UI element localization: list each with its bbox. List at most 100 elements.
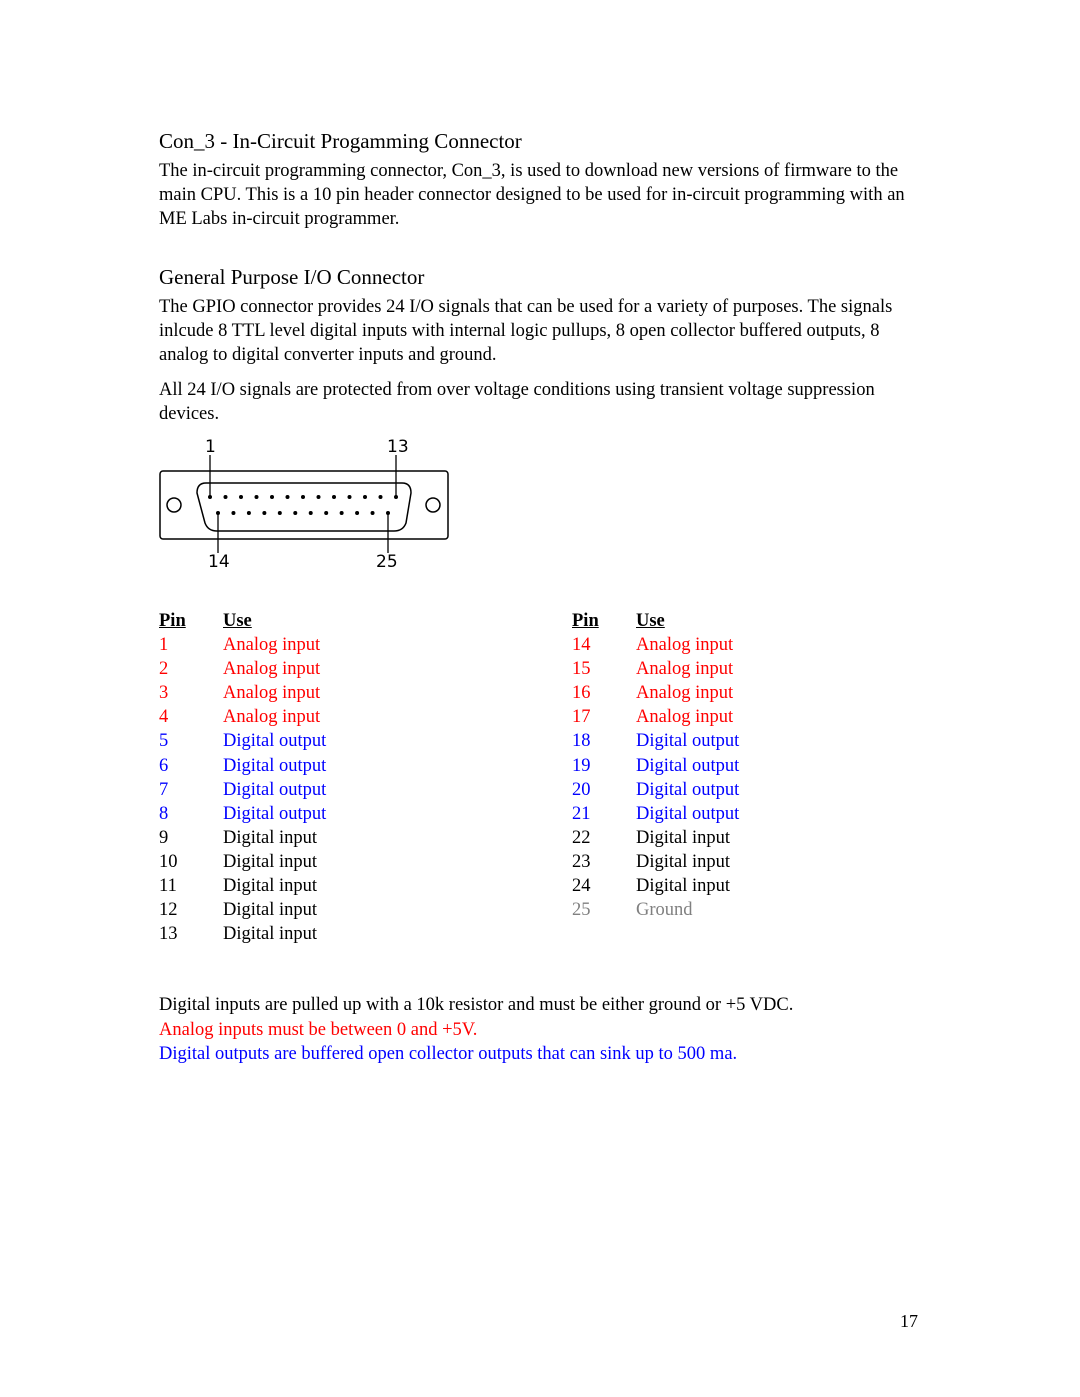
connector-d-shape bbox=[196, 482, 412, 532]
pin-number: 5 bbox=[159, 731, 169, 752]
mount-hole-left bbox=[166, 497, 182, 513]
pin-use: Digital output bbox=[223, 779, 327, 800]
pin-use: Digital output bbox=[636, 779, 740, 800]
page-number: 17 bbox=[900, 1311, 918, 1331]
connector-pin-top bbox=[270, 495, 274, 499]
connector-pin-top bbox=[223, 495, 228, 499]
pin-column-header: Pin bbox=[572, 611, 599, 631]
pin-table-row: 11 Digital input bbox=[159, 874, 326, 898]
connector-svg bbox=[159, 455, 449, 553]
pin-use: Analog input bbox=[636, 635, 734, 656]
pin-table-row: 14 Analog input bbox=[572, 633, 739, 657]
pin-table-row: 6 Digital output bbox=[159, 754, 326, 778]
pin-use: Digital input bbox=[223, 827, 318, 848]
connector-pin-top bbox=[239, 495, 243, 499]
pin-number: 11 bbox=[159, 876, 177, 897]
pin-number: 13 bbox=[159, 924, 178, 945]
pin-use: Analog input bbox=[636, 683, 734, 704]
pin-number: 3 bbox=[159, 683, 169, 704]
connector-pin-bottom bbox=[370, 511, 375, 515]
pin-use: Digital output bbox=[223, 755, 327, 776]
pin-table-row: 21 Digital output bbox=[572, 802, 739, 826]
con3-paragraph: The in-circuit programming connector, Co… bbox=[159, 161, 905, 229]
note-analog-inputs: Analog inputs must be between 0 and +5V. bbox=[159, 1020, 478, 1040]
connector-pin-bottom bbox=[216, 511, 220, 515]
connector-pin-top bbox=[347, 495, 352, 499]
use-column-header: Use bbox=[636, 611, 665, 631]
pin-number: 12 bbox=[159, 900, 178, 921]
connector-pin-top bbox=[316, 495, 321, 499]
pin-column-header: Pin bbox=[159, 611, 186, 631]
connector-pin-bottom bbox=[308, 511, 313, 515]
note-digital-inputs: Digital inputs are pulled up with a 10k … bbox=[159, 995, 794, 1015]
connector-pin-top bbox=[378, 495, 383, 499]
pin-use: Digital output bbox=[223, 803, 327, 824]
pin-table-row: 10 Digital input bbox=[159, 850, 326, 874]
pin-number: 21 bbox=[572, 803, 591, 824]
pin-table-row: 9 Digital input bbox=[159, 826, 326, 850]
connector-shell bbox=[159, 470, 449, 540]
pin-use: Digital input bbox=[223, 851, 318, 872]
pin-number: 18 bbox=[572, 731, 591, 752]
gpio-paragraph-2: All 24 I/O signals are protected from ov… bbox=[159, 380, 875, 424]
pin-number: 25 bbox=[572, 900, 591, 921]
pin-table-row: 8 Digital output bbox=[159, 802, 326, 826]
pin-table-row: 24 Digital input bbox=[572, 874, 739, 898]
pin-table-row: 16 Analog input bbox=[572, 681, 739, 705]
pin-table-header: Pin Use bbox=[572, 609, 739, 633]
pin-number: 17 bbox=[572, 707, 591, 728]
pin-use: Digital output bbox=[636, 731, 740, 752]
pin-table-row: 12 Digital input bbox=[159, 898, 326, 922]
pin-number: 23 bbox=[572, 851, 591, 872]
pin-table-header: Pin Use bbox=[159, 609, 326, 633]
pin-table-row: 15 Analog input bbox=[572, 657, 739, 681]
pin-use: Digital input bbox=[636, 876, 731, 897]
pin-table-row: 22 Digital input bbox=[572, 826, 739, 850]
pin-use: Analog input bbox=[223, 683, 321, 704]
connector-pin-bottom bbox=[386, 511, 390, 515]
pin-table-right: Pin Use 14 Analog input 15 Analog input 16 An… bbox=[572, 609, 739, 922]
pin-number: 6 bbox=[159, 755, 169, 776]
pin-use: Digital output bbox=[636, 755, 740, 776]
pin-table-row: 23 Digital input bbox=[572, 850, 739, 874]
connector-pin-top bbox=[394, 495, 398, 499]
pin-table-row: 3 Analog input bbox=[159, 681, 326, 705]
mount-hole-right bbox=[425, 497, 441, 513]
pin-table-row: 17 Analog input bbox=[572, 705, 739, 729]
pin-table-row: 7 Digital output bbox=[159, 778, 326, 802]
pin-table-row: 1 Analog input bbox=[159, 633, 326, 657]
pin-number: 19 bbox=[572, 755, 591, 776]
connector-pin-bottom bbox=[231, 511, 236, 515]
connector-pin-bottom bbox=[324, 511, 329, 515]
pin-number: 15 bbox=[572, 659, 591, 680]
pin-use: Analog input bbox=[223, 635, 321, 656]
pin-number: 14 bbox=[572, 635, 591, 656]
connector-pin-bottom bbox=[277, 511, 282, 515]
pin-use: Digital input bbox=[223, 924, 318, 945]
pin-number: 9 bbox=[159, 827, 169, 848]
connector-pin-bottom bbox=[293, 511, 298, 515]
pin-number: 4 bbox=[159, 707, 169, 728]
pin-use: Digital input bbox=[223, 900, 318, 921]
connector-pin-bottom bbox=[355, 511, 360, 515]
pin-number: 8 bbox=[159, 803, 169, 824]
use-column-header: Use bbox=[223, 611, 252, 631]
pin-table-row: 13 Digital input bbox=[159, 922, 326, 946]
pin-table-row: 25 Ground bbox=[572, 898, 739, 922]
pin-number: 20 bbox=[572, 779, 591, 800]
pin-table-row: 2 Analog input bbox=[159, 657, 326, 681]
pin-number: 7 bbox=[159, 779, 169, 800]
pin-table-row: 20 Digital output bbox=[572, 778, 739, 802]
pin-number: 2 bbox=[159, 659, 169, 680]
pin-table-row: 4 Analog input bbox=[159, 705, 326, 729]
section-heading-gpio: General Purpose I/O Connector bbox=[159, 265, 425, 289]
connector-pin-top bbox=[254, 495, 259, 499]
connector-pin-top bbox=[332, 495, 336, 499]
pin-table-left: Pin Use 1 Analog input 2 Analog input 3 Analo… bbox=[159, 609, 326, 946]
pin-number: 24 bbox=[572, 876, 591, 897]
pin-use: Analog input bbox=[223, 707, 321, 728]
pin-use: Ground bbox=[636, 900, 693, 921]
connector-pin-bottom bbox=[246, 511, 251, 515]
connector-pin-top bbox=[363, 495, 367, 499]
connector-pin-top bbox=[208, 495, 212, 499]
